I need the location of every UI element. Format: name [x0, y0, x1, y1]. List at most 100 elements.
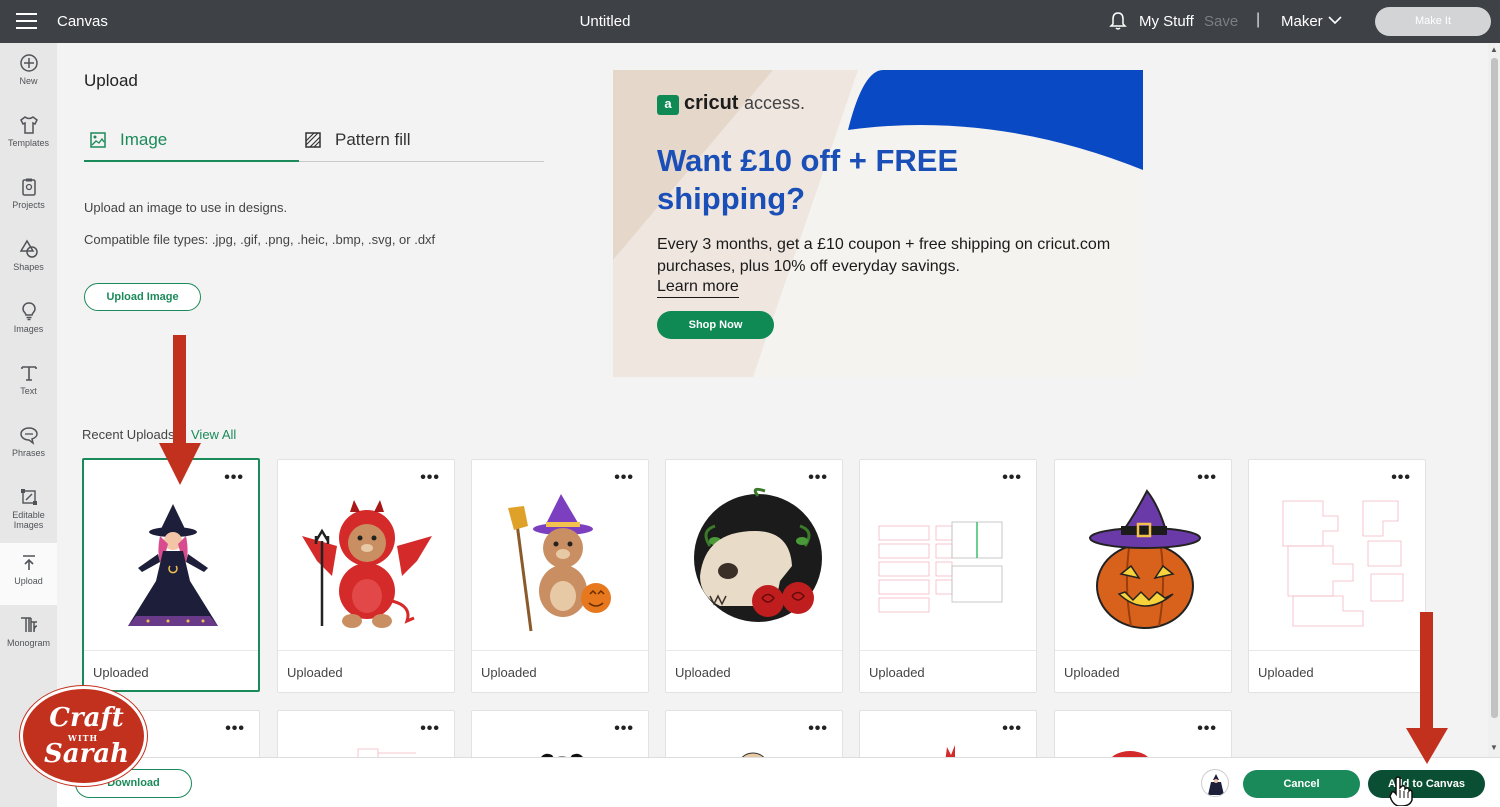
brand-name: cricut	[684, 92, 739, 114]
sidebar-item-label: Phrases	[11, 448, 46, 458]
sidebar-item-upload[interactable]: Upload	[0, 543, 57, 605]
shop-now-button[interactable]: Shop Now	[657, 311, 774, 339]
upload-card[interactable]: ••• Uploaded	[859, 459, 1037, 693]
sidebar-item-text[interactable]: Text	[0, 353, 57, 415]
craft-with-sarah-logo: Craft WITH Sarah	[20, 686, 147, 786]
upload-caption: Uploaded	[1249, 650, 1425, 680]
more-options-icon[interactable]: •••	[1197, 470, 1217, 486]
sidebar-item-images[interactable]: Images	[0, 291, 57, 353]
vertical-scrollbar[interactable]: ▲ ▼	[1488, 43, 1500, 757]
clipboard-icon	[21, 178, 36, 196]
panel-title: Upload	[84, 71, 138, 90]
upload-card[interactable]: ••• Uploaded	[471, 459, 649, 693]
shapes-icon	[19, 239, 38, 258]
more-options-icon[interactable]: •••	[1197, 721, 1217, 737]
save-button[interactable]: Save	[1204, 13, 1238, 30]
pattern-template-thumbnail	[1282, 500, 1404, 627]
sidebar-item-label: Templates	[7, 138, 50, 148]
monogram-icon	[20, 617, 37, 633]
box-template-thumbnail	[878, 521, 1003, 613]
app-title: Canvas	[57, 13, 108, 30]
scroll-down-icon[interactable]: ▼	[1490, 743, 1498, 752]
sidebar-item-label: New	[19, 76, 38, 86]
upload-card[interactable]: ••• Uploaded	[1054, 459, 1232, 693]
upload-caption: Uploaded	[278, 650, 454, 680]
selected-image-preview	[1201, 769, 1229, 797]
sidebar-item-projects[interactable]: Projects	[0, 167, 57, 229]
more-options-icon[interactable]: •••	[420, 721, 440, 737]
cricut-access-ad[interactable]: a cricut access. Want £10 off + FREE shi…	[613, 70, 1143, 377]
cricut-access-logo: cricut access.	[684, 92, 805, 115]
pumpkin-witch-hat-thumbnail	[1089, 489, 1201, 629]
scrollbar-thumb[interactable]	[1491, 58, 1498, 718]
sidebar-item-new[interactable]: New	[0, 43, 57, 105]
sidebar-item-label: Monogram	[6, 638, 51, 648]
sidebar-item-label: Text	[20, 386, 37, 396]
more-options-icon[interactable]: •••	[1002, 470, 1022, 486]
more-options-icon[interactable]: •••	[1002, 721, 1022, 737]
witch-bear-thumbnail	[508, 494, 611, 632]
sidebar-item-templates[interactable]: Templates	[0, 105, 57, 167]
devil-bear-thumbnail	[302, 500, 432, 628]
upload-card[interactable]: ••• Uploaded	[665, 459, 843, 693]
ad-body: Every 3 months, get a £10 coupon + free …	[657, 236, 1111, 275]
sidebar-item-label: Shapes	[13, 262, 44, 272]
skull-roses-thumbnail	[694, 487, 822, 622]
upload-caption: Uploaded	[84, 650, 258, 680]
hand-cursor-icon	[1389, 776, 1413, 806]
sidebar-item-monogram[interactable]: Monogram	[0, 605, 57, 667]
ad-headline: Want £10 off + FREE shipping?	[657, 143, 959, 216]
document-title[interactable]: Untitled	[545, 13, 665, 30]
upload-image-button[interactable]: Upload Image	[84, 283, 201, 311]
upload-caption: Uploaded	[472, 650, 648, 680]
more-options-icon[interactable]: •••	[1391, 470, 1411, 486]
sidebar-item-editable-images[interactable]: Editable Images	[0, 477, 57, 543]
make-it-button[interactable]: Make It	[1375, 7, 1491, 36]
tab-pattern-fill[interactable]: Pattern fill	[299, 130, 544, 162]
sidebar-item-label: Projects	[12, 200, 45, 210]
upload-card[interactable]: ••• Uploaded	[1248, 459, 1426, 693]
my-stuff-link[interactable]: My Stuff	[1139, 13, 1194, 30]
lightbulb-icon	[21, 302, 36, 321]
bell-icon[interactable]	[1109, 11, 1127, 31]
more-options-icon[interactable]: •••	[614, 721, 634, 737]
sidebar-item-shapes[interactable]: Shapes	[0, 229, 57, 291]
machine-selector[interactable]: Maker	[1281, 13, 1323, 30]
more-options-icon[interactable]: •••	[808, 721, 828, 737]
more-options-icon[interactable]: •••	[225, 721, 245, 737]
more-options-icon[interactable]: •••	[420, 470, 440, 486]
logo-word-craft: Craft	[49, 703, 124, 733]
topbar-separator: |	[1256, 11, 1261, 28]
plus-circle-icon	[19, 54, 38, 72]
speech-bubble-icon	[19, 427, 38, 445]
red-arrow-down-icon	[159, 335, 201, 485]
sidebar-item-label: Upload	[14, 576, 43, 586]
brand-suffix: access.	[744, 93, 806, 113]
upload-caption: Uploaded	[1055, 650, 1231, 680]
upload-description: Upload an image to use in designs.	[84, 200, 288, 215]
tab-image[interactable]: Image	[84, 130, 299, 162]
upload-card[interactable]: ••• Uploaded	[82, 458, 260, 692]
pattern-icon	[305, 132, 321, 148]
editable-image-icon	[20, 489, 37, 505]
more-options-icon[interactable]: •••	[808, 470, 828, 486]
sidebar-item-phrases[interactable]: Phrases	[0, 415, 57, 477]
upload-card[interactable]: ••• Uploaded	[277, 459, 455, 693]
tab-label: Pattern fill	[335, 130, 411, 149]
add-to-canvas-button[interactable]: Add to Canvas	[1368, 770, 1485, 798]
logo-word-sarah: Sarah	[43, 739, 130, 769]
menu-icon[interactable]	[16, 13, 37, 29]
chevron-down-icon[interactable]	[1328, 14, 1342, 26]
more-options-icon[interactable]: •••	[224, 470, 244, 486]
image-icon	[90, 132, 106, 148]
scroll-up-icon[interactable]: ▲	[1490, 45, 1498, 54]
witch-thumbnail	[128, 504, 218, 626]
learn-more-link[interactable]: Learn more	[657, 277, 739, 298]
left-sidebar: New Templates Projects Shapes Images Tex…	[0, 43, 57, 807]
shirt-icon	[19, 116, 38, 134]
more-options-icon[interactable]: •••	[614, 470, 634, 486]
upload-icon	[22, 555, 35, 570]
cancel-button[interactable]: Cancel	[1243, 770, 1360, 798]
sidebar-item-label: Images	[13, 324, 44, 334]
tab-label: Image	[120, 130, 168, 149]
